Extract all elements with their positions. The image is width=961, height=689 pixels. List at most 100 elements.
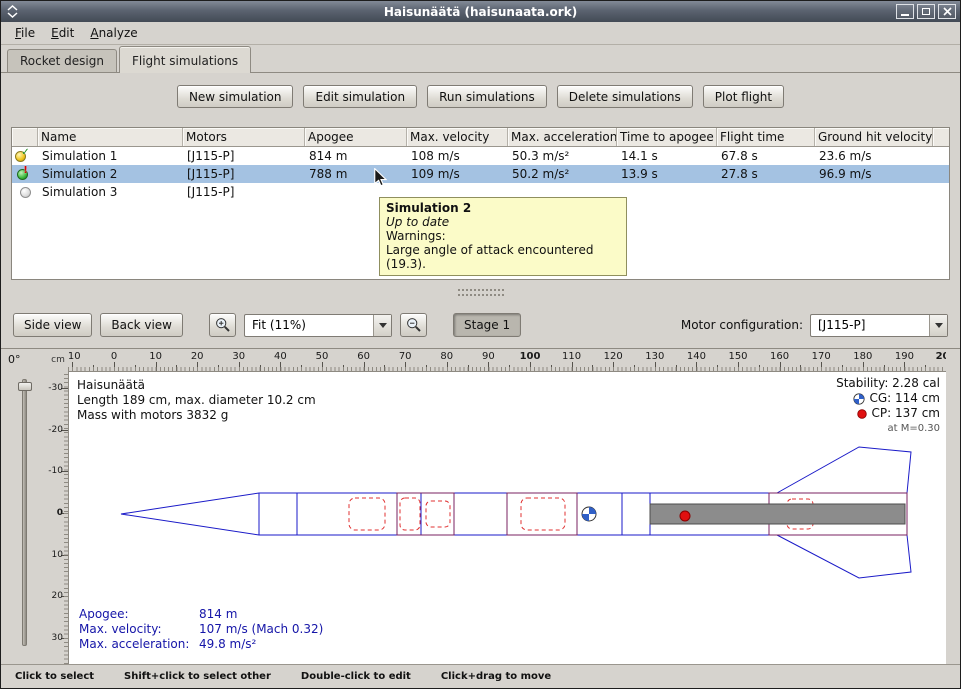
mach-condition: at M=0.30: [836, 421, 940, 436]
cg-value: CG: 114 cm: [869, 391, 940, 406]
title-bar[interactable]: Haisunäätä (haisunaata.ork): [1, 1, 960, 22]
column-header-motors[interactable]: Motors: [183, 128, 305, 146]
column-header-ground-hit-velocity[interactable]: Ground hit velocity: [815, 128, 933, 146]
table-row-1[interactable]: ✓Simulation 1[J115-P]814 m108 m/s50.3 m/…: [12, 147, 949, 165]
ruler-label-120: 120: [604, 351, 623, 362]
zoom-in-icon: [215, 317, 231, 333]
table-row-2[interactable]: !Simulation 2[J115-P]788 m109 m/s50.2 m/…: [12, 165, 949, 183]
zoom-select[interactable]: Fit (11%): [244, 314, 392, 337]
button-edit-simulation[interactable]: Edit simulation: [303, 85, 417, 108]
column-header-max-velocity[interactable]: Max. velocity: [407, 128, 508, 146]
ruler-label-130: 130: [645, 351, 664, 362]
tooltip-status: Up to date: [386, 215, 620, 229]
ruler-label-180: 180: [853, 351, 872, 362]
button-new-simulation[interactable]: New simulation: [177, 85, 294, 108]
ruler-label--10: -10: [48, 466, 63, 476]
vertical-ruler: -30-20-100102030: [48, 371, 68, 664]
rotation-slider-handle[interactable]: [18, 382, 32, 391]
ruler-tick: [239, 362, 240, 371]
ruler-label-160: 160: [770, 351, 789, 362]
ruler-tick: [197, 362, 198, 371]
rotation-slider[interactable]: [22, 379, 27, 646]
minimize-button[interactable]: [896, 4, 914, 19]
back-view-button[interactable]: Back view: [100, 313, 183, 337]
ruler-label-90: 90: [482, 351, 495, 362]
tab-rocket-design[interactable]: Rocket design: [7, 49, 117, 72]
ruler-tick: [280, 362, 281, 371]
view-toolbar: Side view Back view Fit (11%) Stage 1: [1, 302, 960, 348]
ruler-label-30: 30: [232, 351, 245, 362]
menu-bar: FileEditAnalyze: [1, 22, 960, 45]
button-delete-simulations[interactable]: Delete simulations: [557, 85, 693, 108]
side-view-button[interactable]: Side view: [13, 313, 92, 337]
ruler-tick: [114, 362, 115, 371]
ruler-label-200: 200: [936, 351, 946, 362]
chevron-down-icon: [935, 323, 943, 328]
splitter-grip-icon: [458, 294, 504, 296]
flight-stat-value: 814 m: [199, 607, 237, 622]
column-header-time-to-apogee[interactable]: Time to apogee: [617, 128, 717, 146]
cell-time-to-apogee: 13.9 s: [617, 165, 717, 183]
column-header-status[interactable]: [12, 128, 38, 146]
rocket-canvas[interactable]: Haisunäätä Length 189 cm, max. diameter …: [68, 371, 946, 664]
splitter-grip-icon: [458, 289, 504, 291]
ruler-label-10: 10: [52, 550, 63, 560]
cell-max-acceleration: 50.3 m/s²: [508, 147, 617, 165]
status-cell: [12, 183, 38, 201]
menu-item-file[interactable]: File: [7, 23, 43, 43]
motor-configuration-arrow[interactable]: [929, 315, 947, 336]
cell-motors: [J115-P]: [183, 147, 305, 165]
tab-flight-simulations[interactable]: Flight simulations: [119, 46, 251, 73]
status-hint-shift-click-to-select-other: Shift+click to select other: [124, 671, 271, 682]
column-header-apogee[interactable]: Apogee: [305, 128, 407, 146]
zoom-out-button[interactable]: [400, 313, 427, 337]
rocket-info: Haisunäätä Length 189 cm, max. diameter …: [77, 378, 316, 423]
button-run-simulations[interactable]: Run simulations: [427, 85, 547, 108]
flight-stat-row: Max. acceleration:49.8 m/s²: [79, 637, 323, 652]
zoom-in-button[interactable]: [209, 313, 236, 337]
split-pane-divider[interactable]: [1, 286, 960, 302]
flight-stat-label: Max. velocity:: [79, 622, 199, 637]
maximize-icon: [922, 8, 930, 15]
cell-fill: [933, 165, 949, 183]
motor-configuration-select[interactable]: [J115-P]: [810, 314, 948, 337]
status-hint-double-click-to-edit: Double-click to edit: [301, 671, 411, 682]
rocket-view-area: 0° cm -100102030405060708090100110120130…: [1, 348, 960, 664]
ruler-tick: [655, 362, 656, 371]
ruler-label-10: 10: [149, 351, 162, 362]
status-cell: !: [12, 165, 38, 183]
zoom-out-icon: [406, 317, 422, 333]
menu-item-analyze[interactable]: Analyze: [82, 23, 145, 43]
column-header-max-acceleration[interactable]: Max. acceleration: [508, 128, 617, 146]
table-header: NameMotorsApogeeMax. velocityMax. accele…: [12, 128, 949, 147]
motor-configuration-value: [J115-P]: [811, 315, 929, 336]
maximize-button[interactable]: [917, 4, 935, 19]
flight-stat-row: Apogee:814 m: [79, 607, 323, 622]
zoom-select-arrow[interactable]: [373, 315, 391, 336]
ruler-label-170: 170: [812, 351, 831, 362]
ruler-label--30: -30: [48, 383, 63, 393]
cell-name: Simulation 3: [38, 183, 183, 201]
fin-upper[interactable]: [777, 447, 911, 493]
cell-name: Simulation 2: [38, 165, 183, 183]
stage-1-toggle[interactable]: Stage 1: [453, 313, 521, 337]
button-plot-flight[interactable]: Plot flight: [703, 85, 784, 108]
column-header-name[interactable]: Name: [38, 128, 183, 146]
cell-apogee: 814 m: [305, 147, 407, 165]
horizontal-ruler: -100102030405060708090100110120130140150…: [68, 349, 946, 371]
fin-lower[interactable]: [777, 535, 911, 578]
window-title: Haisunäätä (haisunaata.ork): [1, 5, 960, 19]
cell-ground-hit-velocity: 96.9 m/s: [815, 165, 933, 183]
menu-item-edit[interactable]: Edit: [43, 23, 82, 43]
flight-stats: Apogee:814 mMax. velocity:107 m/s (Mach …: [79, 607, 323, 652]
ruler-tick: [488, 362, 489, 371]
flight-stat-value: 107 m/s (Mach 0.32): [199, 622, 323, 637]
cp-legend-icon: [856, 408, 868, 420]
cell-max-acceleration: 50.2 m/s²: [508, 165, 617, 183]
cell-max-velocity: 108 m/s: [407, 147, 508, 165]
status-warning-icon: !: [23, 165, 28, 180]
ruler-tick: [904, 362, 905, 371]
status-gray-ball-icon: [20, 187, 31, 198]
close-button[interactable]: [938, 4, 956, 19]
column-header-flight-time[interactable]: Flight time: [717, 128, 815, 146]
